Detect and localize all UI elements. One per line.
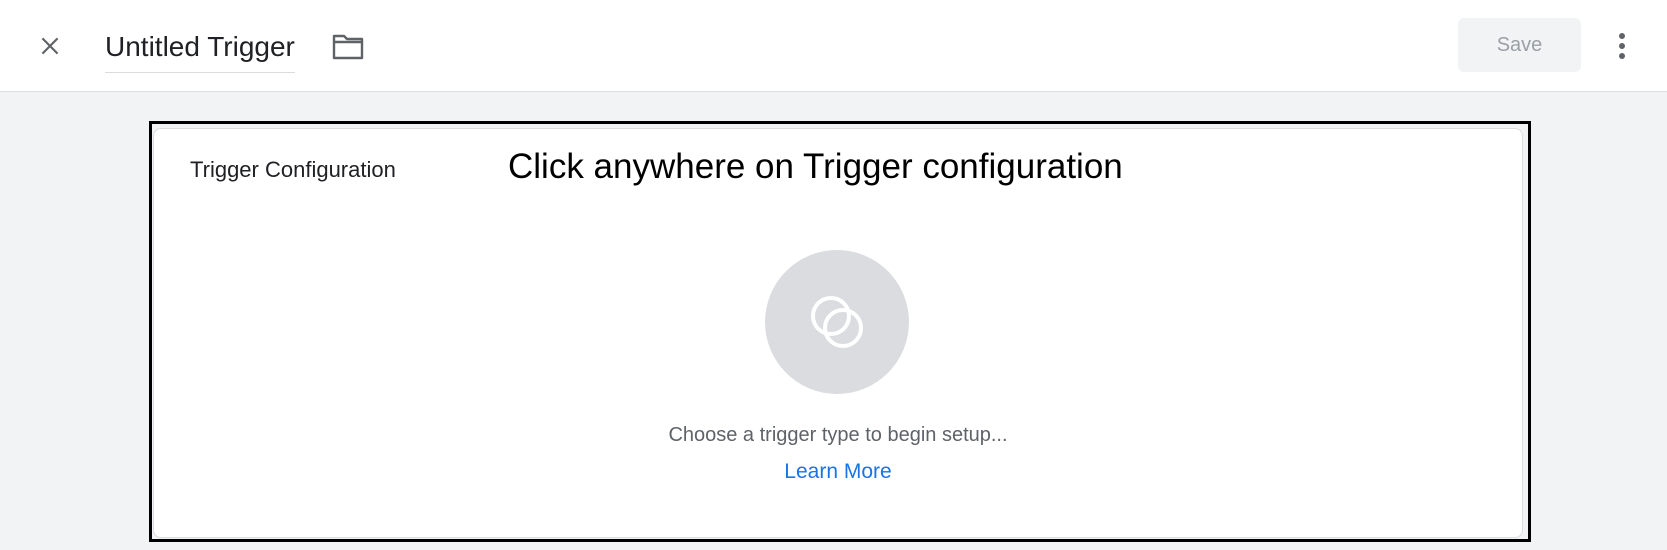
close-icon [41,37,59,55]
setup-hint: Choose a trigger type to begin setup... [668,424,1008,446]
save-button[interactable]: Save [1458,18,1581,72]
learn-more-link[interactable]: Learn More [784,460,891,483]
card-title: Trigger Configuration [190,157,396,182]
trigger-title[interactable]: Untitled Trigger [105,22,295,72]
trigger-name-field[interactable]: Untitled Trigger [105,22,295,73]
trigger-type-placeholder[interactable] [765,250,909,394]
folder-icon [332,34,364,60]
top-bar: Untitled Trigger Save [0,0,1667,92]
instruction-text: Click anywhere on Trigger configuration [508,147,1123,186]
trigger-configuration-card[interactable]: Trigger Configuration Click anywhere on … [153,128,1523,538]
more-options-button[interactable] [1607,26,1637,66]
trigger-circles-icon [811,296,863,348]
folder-button[interactable] [330,28,366,64]
more-vert-icon [1619,33,1625,59]
learn-more-wrap: Learn More [154,460,1522,484]
close-button[interactable] [30,26,70,66]
